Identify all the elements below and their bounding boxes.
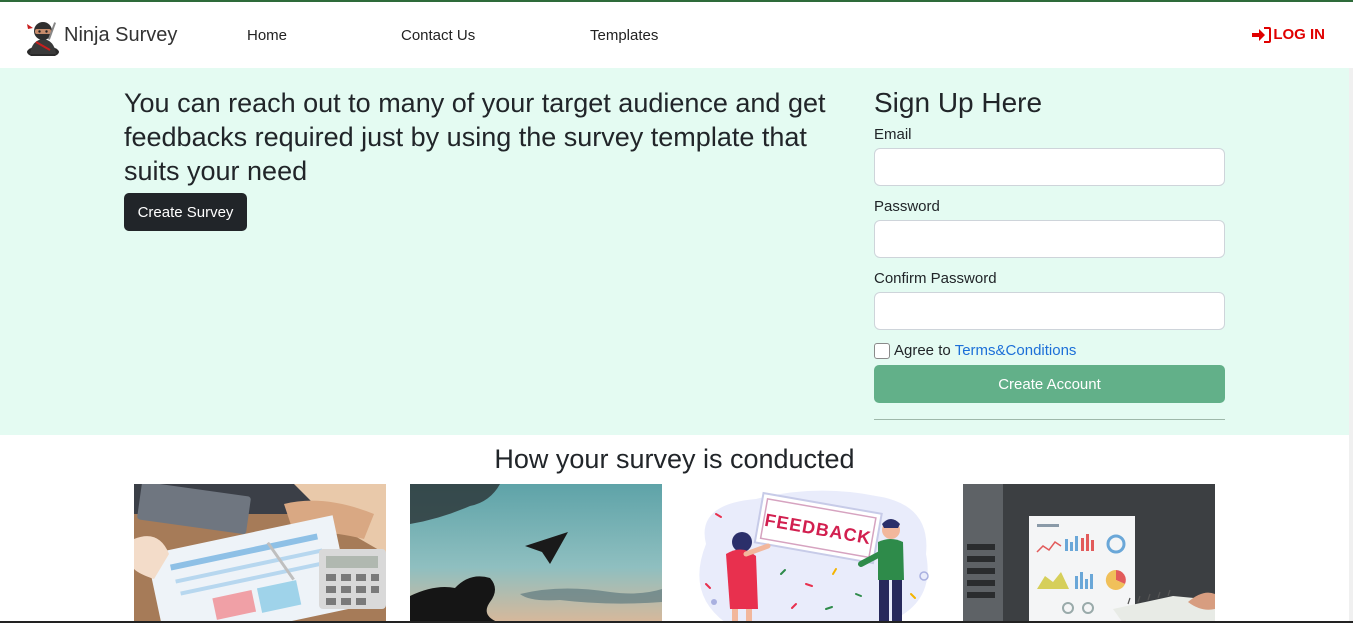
- hero-heading: You can reach out to many of your target…: [124, 88, 826, 186]
- card-paper-plane-image: [410, 484, 662, 623]
- card-analytics-image: [963, 484, 1215, 623]
- password-label: Password: [874, 198, 940, 215]
- signup-form: Sign Up Here Email Password Confirm Pass…: [874, 86, 1225, 420]
- agree-text: Agree to: [894, 342, 951, 359]
- login-icon: [1252, 26, 1272, 43]
- confirm-password-label: Confirm Password: [874, 270, 997, 287]
- login-label: LOG IN: [1273, 26, 1325, 43]
- confirm-password-field[interactable]: [874, 292, 1225, 330]
- signup-title: Sign Up Here: [874, 87, 1043, 118]
- nav-contact-link[interactable]: Contact Us: [401, 27, 475, 44]
- nav-templates-link[interactable]: Templates: [590, 27, 658, 44]
- page-scrollbar[interactable]: [1349, 68, 1353, 623]
- create-survey-button[interactable]: Create Survey: [124, 193, 247, 231]
- email-label: Email: [874, 126, 912, 143]
- password-field[interactable]: [874, 220, 1225, 258]
- brand[interactable]: Ninja Survey: [24, 18, 177, 56]
- terms-link[interactable]: Terms&Conditions: [955, 342, 1077, 359]
- create-account-button[interactable]: Create Account: [874, 365, 1225, 403]
- navbar: Ninja Survey Home Contact Us Templates L…: [0, 2, 1353, 68]
- form-divider: [874, 419, 1225, 420]
- section-title: How your survey is conducted: [494, 444, 855, 474]
- ninja-logo-icon: [27, 22, 59, 56]
- brand-name: Ninja Survey: [64, 23, 178, 46]
- nav-home-link[interactable]: Home: [247, 27, 287, 44]
- terms-checkbox[interactable]: [874, 342, 890, 359]
- login-button[interactable]: LOG IN: [1251, 26, 1325, 43]
- card-feedback-illustration: FEEDBACK: [686, 484, 938, 623]
- email-field[interactable]: [874, 148, 1225, 186]
- hero-section: You can reach out to many of your target…: [0, 68, 1353, 435]
- terms-row: Agree to Terms&Conditions: [874, 342, 1225, 359]
- card-paperwork-image: [134, 484, 386, 623]
